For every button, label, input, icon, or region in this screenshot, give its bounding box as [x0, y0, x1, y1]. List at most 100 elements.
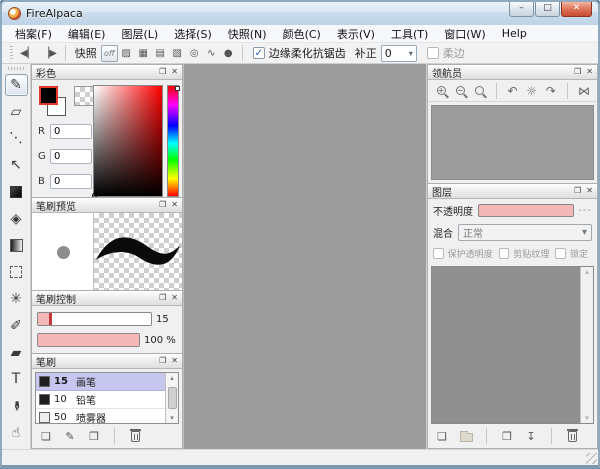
menu-help[interactable]: Help [495, 26, 534, 41]
brush-tool[interactable]: ✎ [5, 74, 28, 96]
resize-grip[interactable] [586, 453, 597, 464]
menu-window[interactable]: 窗口(W) [437, 25, 492, 43]
soft-edge-checkbox[interactable] [427, 47, 439, 59]
correction-dropdown[interactable]: 0 ▾ [381, 45, 417, 62]
close-panel-icon[interactable]: ✕ [171, 355, 178, 367]
gradient-tool[interactable] [5, 235, 28, 257]
menu-file[interactable]: 档案(F) [8, 25, 59, 43]
navigator-preview[interactable] [431, 105, 594, 180]
maximize-button[interactable]: □ [535, 2, 560, 17]
lock-checkbox[interactable] [555, 248, 566, 259]
hand-tool[interactable]: ☝ [5, 422, 28, 444]
delete-layer-button[interactable] [563, 428, 581, 445]
text-tool[interactable]: T [5, 369, 28, 391]
fill-tool[interactable] [5, 181, 28, 203]
layer-opacity-slider[interactable] [478, 204, 574, 217]
scroll-thumb[interactable] [168, 387, 177, 409]
move-tool[interactable]: ↖ [5, 154, 28, 176]
duplicate-brush-button[interactable]: ❐ [85, 428, 103, 445]
protect-alpha-checkbox[interactable] [433, 248, 444, 259]
close-panel-icon[interactable]: ✕ [586, 66, 593, 78]
snap-vanish-button[interactable]: ▤ [152, 45, 169, 62]
zoom-in-button[interactable]: + [433, 82, 449, 100]
flip-horizontal-button[interactable]: ⋈ [576, 82, 592, 100]
duplicate-layer-button[interactable]: ❐ [498, 428, 516, 445]
b-input[interactable] [50, 174, 92, 189]
snap-grid-button[interactable]: ▦ [135, 45, 152, 62]
merge-down-button[interactable]: ↧ [522, 428, 540, 445]
rotate-right-button[interactable]: ↷ [543, 82, 559, 100]
brush-opacity-slider[interactable] [37, 333, 140, 347]
brush-list-item[interactable]: 10 铅笔 [36, 391, 165, 409]
g-input[interactable] [50, 149, 92, 164]
snap-dot-button[interactable]: ● [220, 45, 237, 62]
scroll-up-icon[interactable]: ▴ [170, 374, 174, 382]
bucket-tool[interactable]: ◈ [5, 208, 28, 230]
edit-brush-button[interactable]: ✎ [61, 428, 79, 445]
brush-list-scrollbar[interactable]: ▴ ▾ [165, 373, 178, 423]
delete-brush-button[interactable] [126, 428, 144, 445]
menu-snapshot[interactable]: 快照(N) [221, 25, 274, 43]
menu-edit[interactable]: 编辑(E) [61, 25, 113, 43]
toolcol-drag-handle[interactable] [8, 67, 24, 70]
scroll-up-icon[interactable]: ▴ [585, 268, 589, 276]
menu-view[interactable]: 表示(V) [330, 25, 382, 43]
snap-circle-button[interactable]: ◎ [186, 45, 203, 62]
float-panel-icon[interactable]: ❐ [159, 355, 166, 367]
redo-button[interactable]: ▕▶ [38, 45, 59, 62]
magic-wand-tool[interactable]: ✳ [5, 288, 28, 310]
titlebar[interactable]: FireAlpaca – □ ✕ [2, 2, 598, 25]
brush-size-handle[interactable] [49, 313, 52, 325]
layer-list[interactable]: ▴ ▾ [431, 266, 594, 424]
antialias-checkbox-row[interactable]: ✓ 边缘柔化抗锯齿 [253, 45, 346, 61]
zoom-reset-button[interactable] [471, 82, 487, 100]
menu-select[interactable]: 选择(S) [167, 25, 219, 43]
rotate-left-button[interactable]: ↶ [504, 82, 520, 100]
blend-mode-dropdown[interactable]: 正常 ▾ [458, 224, 592, 241]
layer-list-scrollbar[interactable]: ▴ ▾ [580, 267, 593, 423]
r-input[interactable] [50, 124, 92, 139]
select-eraser-tool[interactable]: ▰ [5, 342, 28, 364]
brush-size-slider[interactable] [37, 312, 152, 326]
float-panel-icon[interactable]: ❐ [159, 292, 166, 304]
menu-color[interactable]: 颜色(C) [276, 25, 328, 43]
select-rect-tool[interactable] [5, 261, 28, 283]
minimize-button[interactable]: – [509, 2, 534, 17]
snap-parallel-button[interactable]: ▨ [118, 45, 135, 62]
close-panel-icon[interactable]: ✕ [171, 199, 178, 211]
dot-tool[interactable]: ⋱ [5, 127, 28, 149]
brush-list-item[interactable]: 50 喷雾器 [36, 409, 165, 423]
menu-tools[interactable]: 工具(T) [384, 25, 435, 43]
canvas-area[interactable] [183, 64, 426, 449]
new-layer-button[interactable]: ❏ [433, 428, 451, 445]
new-folder-button[interactable] [457, 428, 475, 445]
float-panel-icon[interactable]: ❐ [159, 199, 166, 211]
add-brush-button[interactable]: ❏ [37, 428, 55, 445]
brush-list-item[interactable]: 15 画笔 [36, 373, 165, 391]
float-panel-icon[interactable]: ❐ [574, 66, 581, 78]
snap-radial-button[interactable]: ▧ [169, 45, 186, 62]
close-button[interactable]: ✕ [561, 2, 592, 17]
close-panel-icon[interactable]: ✕ [171, 292, 178, 304]
transparent-color-swatch[interactable] [74, 86, 94, 106]
undo-button[interactable]: ◀▏ [17, 45, 38, 62]
foreground-color-swatch[interactable] [39, 86, 58, 105]
float-panel-icon[interactable]: ❐ [159, 66, 166, 78]
menu-layer[interactable]: 图层(L) [114, 25, 165, 43]
select-pen-tool[interactable]: ✐ [5, 315, 28, 337]
close-panel-icon[interactable]: ✕ [586, 185, 593, 197]
toolbar-drag-handle[interactable] [10, 46, 13, 60]
eyedropper-tool[interactable]: ✒ [5, 395, 28, 417]
snap-curve-button[interactable]: ∿ [203, 45, 220, 62]
eraser-tool[interactable]: ▱ [5, 101, 28, 123]
scroll-down-icon[interactable]: ▾ [585, 414, 589, 422]
rotate-reset-button[interactable]: ☼ [524, 82, 540, 100]
close-panel-icon[interactable]: ✕ [171, 66, 178, 78]
soft-edge-checkbox-row[interactable]: 柔边 [427, 45, 465, 61]
zoom-out-button[interactable]: − [452, 82, 468, 100]
scroll-down-icon[interactable]: ▾ [170, 414, 174, 422]
saturation-value-picker[interactable] [93, 85, 163, 197]
snap-off-button[interactable]: off [101, 45, 118, 62]
hue-slider[interactable] [167, 85, 179, 197]
clipping-checkbox[interactable] [499, 248, 510, 259]
